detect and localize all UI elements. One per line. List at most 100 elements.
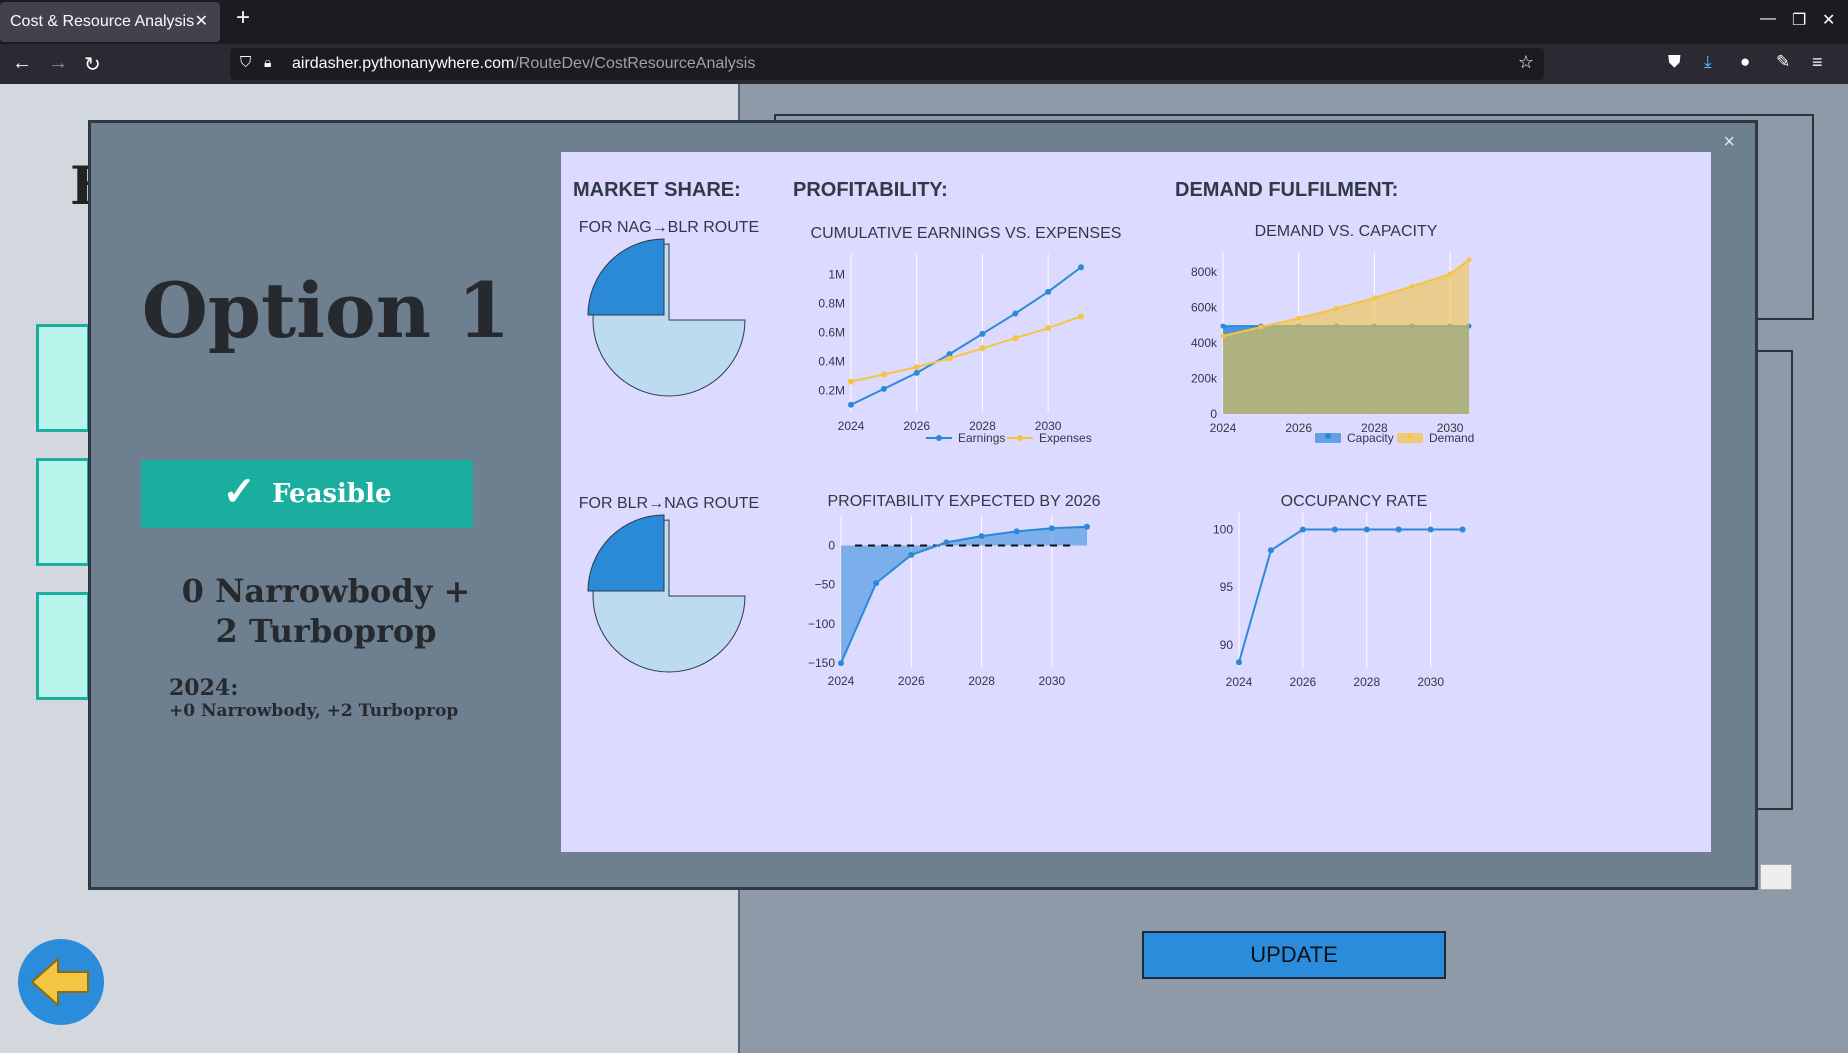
tab-close-icon[interactable]: ✕ (195, 2, 208, 42)
y-tick-label: 90 (1220, 638, 1234, 652)
schedule-year: 2024: (169, 675, 239, 701)
minimize-icon[interactable]: — (1760, 10, 1776, 28)
modal-close-icon[interactable]: × (1723, 131, 1735, 154)
data-point (1078, 313, 1084, 320)
menu-icon[interactable]: ≡ (1812, 52, 1823, 73)
tab-title: Cost & Resource Analysis (10, 13, 195, 30)
fleet-summary-line: 0 Narrowbody + (181, 572, 471, 610)
series-line (850, 266, 1082, 406)
background-option-card[interactable] (36, 324, 90, 432)
data-point (1078, 264, 1084, 271)
y-tick-label: 0 (1210, 407, 1217, 421)
schedule-detail: +0 Narrowbody, +2 Turboprop (169, 701, 459, 721)
update-button[interactable]: UPDATE (1142, 931, 1446, 979)
background-option-card[interactable] (36, 458, 90, 566)
shield-icon[interactable]: ⛉ (240, 54, 251, 71)
data-point (946, 355, 953, 362)
data-point (978, 533, 985, 540)
chart-title: FOR BLR→NAG ROUTE (579, 495, 759, 512)
pocket-icon[interactable]: ⛊ (1668, 52, 1681, 72)
legend-label: Demand (1429, 431, 1474, 445)
data-point (1395, 526, 1402, 533)
option-title: Option 1 (141, 266, 511, 355)
chart-title: CUMULATIVE EARNINGS VS. EXPENSES (811, 225, 1122, 242)
data-point (943, 539, 950, 546)
background-panel (1755, 350, 1793, 810)
data-point (1236, 659, 1242, 666)
charts-canvas: MARKET SHARE: PROFITABILITY: DEMAND FULF… (573, 179, 1474, 689)
data-point (1220, 323, 1226, 329)
series-area (841, 526, 1087, 664)
account-icon[interactable]: ● (1740, 52, 1750, 72)
window-close-icon[interactable]: ✕ (1822, 10, 1835, 30)
data-point (873, 580, 880, 587)
url-path: /RouteDev/CostResourceAnalysis (514, 55, 756, 72)
data-point (1048, 525, 1055, 532)
url-bar[interactable]: ⛉ 🔒︎ airdasher.pythonanywhere.com/RouteD… (230, 48, 1544, 80)
reload-icon[interactable]: ↻ (84, 52, 101, 77)
section-title-market-share: MARKET SHARE: (573, 179, 741, 201)
x-tick-label: 2028 (1353, 675, 1380, 689)
x-tick-label: 2026 (1290, 675, 1317, 689)
legend-marker (936, 435, 942, 441)
data-point (908, 551, 915, 558)
number-spinner[interactable] (1760, 864, 1792, 890)
pie-slice (587, 514, 665, 592)
data-point (1267, 547, 1274, 554)
y-tick-label: 1M (828, 267, 845, 281)
back-button[interactable] (18, 939, 104, 1025)
downloads-icon[interactable]: ⤓ (1704, 52, 1712, 72)
bookmark-star-icon[interactable]: ☆ (1518, 52, 1534, 73)
legend-marker (1407, 433, 1413, 439)
browser-tab[interactable]: Cost & Resource Analysis ✕ (0, 2, 220, 42)
url-text: airdasher.pythonanywhere.com/RouteDev/Co… (292, 55, 755, 73)
y-tick-label: 600k (1191, 301, 1218, 315)
data-point (1459, 526, 1466, 533)
x-tick-label: 2024 (838, 419, 865, 433)
data-point (838, 660, 844, 667)
data-point (1012, 335, 1019, 342)
back-icon[interactable]: ← (12, 52, 32, 75)
x-tick-label: 2026 (1285, 421, 1312, 435)
pie-slice (587, 238, 665, 316)
x-tick-label: 2024 (828, 674, 855, 688)
x-tick-label: 2024 (1226, 675, 1253, 689)
new-tab-icon[interactable]: + (236, 4, 250, 32)
data-point (1084, 523, 1090, 530)
data-point (1045, 325, 1052, 332)
data-point (1012, 310, 1019, 317)
y-tick-label: −50 (815, 578, 836, 592)
y-tick-label: 0 (828, 539, 835, 553)
y-tick-label: 400k (1191, 336, 1218, 350)
legend-label: Earnings (958, 431, 1005, 445)
background-option-card[interactable] (36, 592, 90, 700)
chart-title: PROFITABILITY EXPECTED BY 2026 (828, 493, 1101, 510)
data-point (1371, 295, 1377, 301)
data-point (880, 371, 887, 378)
x-tick-label: 2026 (898, 674, 925, 688)
data-point (913, 364, 920, 371)
x-tick-label: 2028 (968, 674, 995, 688)
fleet-summary: 0 Narrowbody + 2 Turboprop (131, 571, 521, 651)
data-point (913, 369, 920, 376)
y-tick-label: −150 (808, 656, 835, 670)
chart-title: DEMAND VS. CAPACITY (1255, 223, 1438, 240)
check-icon: ✓ (222, 468, 256, 515)
tab-bar: Cost & Resource Analysis ✕ + — ❐ ✕ (0, 0, 1848, 44)
data-point (1013, 528, 1020, 535)
y-tick-label: 0.2M (818, 383, 845, 397)
y-tick-label: 95 (1220, 580, 1234, 594)
restore-icon[interactable]: ❐ (1792, 10, 1806, 30)
legend-marker (1017, 435, 1023, 441)
url-domain: airdasher.pythonanywhere.com (292, 55, 515, 72)
lock-icon[interactable]: 🔒︎ (264, 54, 271, 71)
legend-label: Expenses (1039, 431, 1092, 445)
data-point (1296, 315, 1302, 321)
y-tick-label: 800k (1191, 265, 1218, 279)
y-tick-label: 200k (1191, 372, 1218, 386)
data-point (1427, 526, 1434, 533)
charts-panel: MARKET SHARE: PROFITABILITY: DEMAND FULF… (561, 152, 1711, 852)
data-point (1258, 324, 1264, 330)
forward-icon[interactable]: → (48, 52, 68, 75)
extension-icon[interactable]: ✎ (1776, 52, 1790, 72)
